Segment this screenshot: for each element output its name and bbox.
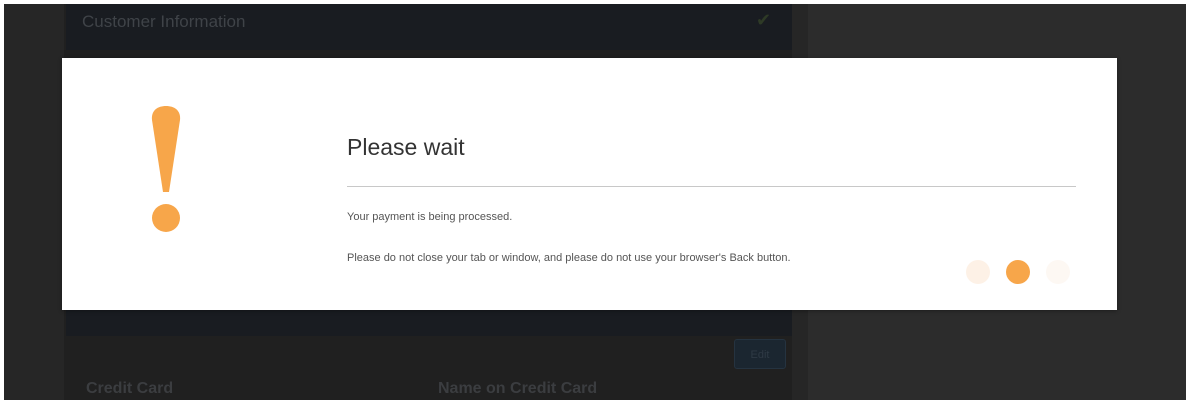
- loading-indicator: [966, 259, 1076, 285]
- exclamation-icon: [151, 106, 181, 232]
- modal-title: Please wait: [347, 134, 465, 160]
- credit-card-label: Credit Card: [86, 380, 174, 397]
- app-backdrop: Customer Information ✔ Edit Credit Card …: [4, 4, 1186, 400]
- processing-message: Your payment is being processed.: [347, 211, 513, 223]
- warning-message: Please do not close your tab or window, …: [347, 252, 791, 264]
- loader-dot: [1046, 260, 1070, 284]
- please-wait-modal: Please wait Your payment is being proces…: [62, 58, 1117, 310]
- loader-dot-active: [1006, 260, 1030, 284]
- edit-button[interactable]: Edit: [734, 339, 786, 369]
- loader-dot: [966, 260, 990, 284]
- background-card-strip: [66, 310, 792, 336]
- name-on-card-label: Name on Credit Card: [438, 380, 598, 397]
- background-card-title: Customer Information: [82, 12, 246, 31]
- modal-divider: [347, 186, 1076, 187]
- checkmark-icon: ✔: [756, 10, 772, 30]
